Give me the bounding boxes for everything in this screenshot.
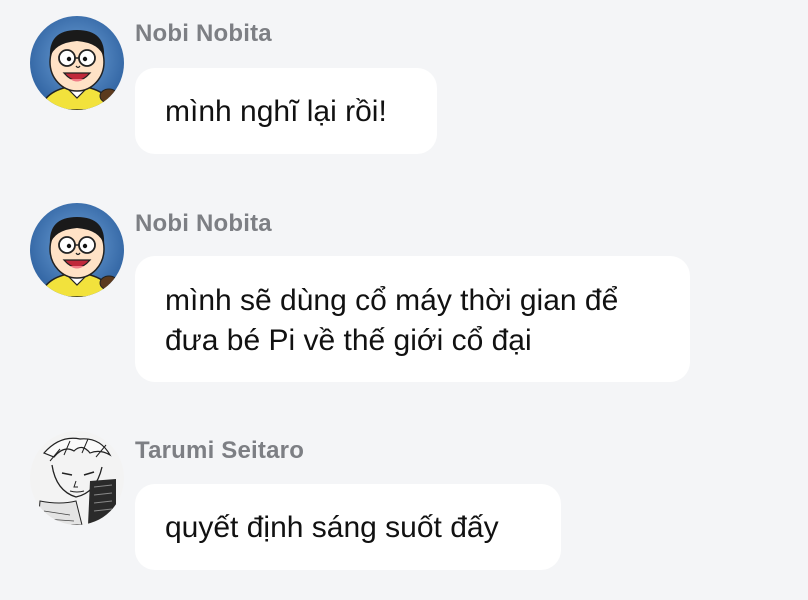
nobita-avatar-icon[interactable] <box>30 203 124 297</box>
sender-name[interactable]: Nobi Nobita <box>135 210 272 238</box>
sender-name[interactable]: Tarumi Seitaro <box>135 437 304 465</box>
message-bubble[interactable]: mình nghĩ lại rồi! <box>135 68 437 154</box>
message-text: quyết định sáng suốt đấy <box>165 511 499 544</box>
sender-name[interactable]: Nobi Nobita <box>135 20 272 48</box>
message-bubble[interactable]: mình sẽ dùng cổ máy thời gian để đưa bé … <box>135 256 690 382</box>
message-text: mình nghĩ lại rồi! <box>165 95 387 128</box>
tarumi-avatar-icon[interactable] <box>30 431 124 525</box>
message-text: mình sẽ dùng cổ máy thời gian để <box>165 284 619 317</box>
nobita-avatar-icon[interactable] <box>30 16 124 110</box>
message-text: đưa bé Pi về thế giới cổ đại <box>165 324 532 357</box>
message-bubble[interactable]: quyết định sáng suốt đấy <box>135 484 561 570</box>
